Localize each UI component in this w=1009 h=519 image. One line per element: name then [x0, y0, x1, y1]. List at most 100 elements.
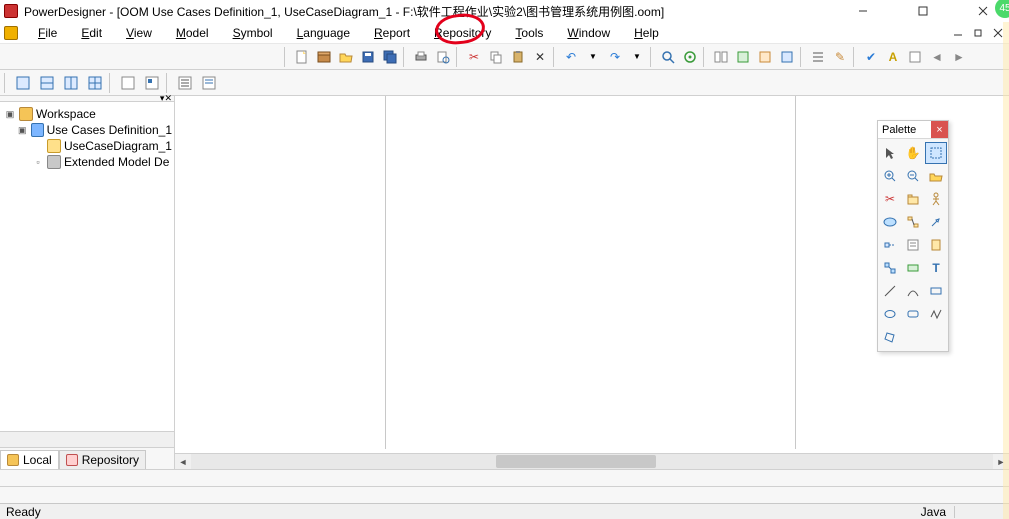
properties-icon[interactable]: [680, 47, 700, 67]
scroll-right-icon[interactable]: ►: [993, 454, 1009, 469]
save-all-icon[interactable]: [380, 47, 400, 67]
compare-icon[interactable]: [711, 47, 731, 67]
view-nav-icon[interactable]: [141, 72, 163, 94]
package-icon[interactable]: [902, 188, 924, 210]
tree-ext[interactable]: ▫ Extended Model De: [2, 154, 172, 170]
rounded-rect-icon[interactable]: [902, 303, 924, 325]
bottom-scroll-outer[interactable]: [0, 486, 1009, 503]
view-browser-icon[interactable]: [12, 72, 34, 94]
menu-help[interactable]: Help: [624, 24, 669, 42]
undo-dropdown-icon[interactable]: ▼: [583, 47, 603, 67]
edit-icon[interactable]: ✎: [830, 47, 850, 67]
list-icon[interactable]: [808, 47, 828, 67]
usecase-icon[interactable]: [879, 211, 901, 233]
tree-diagram[interactable]: ▣ UseCaseDiagram_1: [2, 138, 172, 154]
find-icon[interactable]: [658, 47, 678, 67]
menu-language[interactable]: Language: [287, 24, 360, 42]
open-diagram-icon[interactable]: [925, 165, 947, 187]
maximize-button[interactable]: [901, 0, 945, 22]
tab-local[interactable]: Local: [0, 450, 59, 469]
menu-model[interactable]: Model: [166, 24, 219, 42]
redo-icon[interactable]: ↷: [605, 47, 625, 67]
mdi-minimize-icon[interactable]: [950, 25, 966, 41]
actor-icon[interactable]: [925, 188, 947, 210]
mdi-restore-icon[interactable]: [970, 25, 986, 41]
canvas-hscrollbar[interactable]: ◄ ►: [175, 453, 1009, 469]
print-preview-icon[interactable]: [433, 47, 453, 67]
diagram-canvas[interactable]: Palette × ✋ ✂: [175, 96, 1009, 469]
browser-panel: ▾ ✕ ▣ Workspace ▣ Use Cases Definition_1…: [0, 96, 175, 469]
polyline-icon[interactable]: [925, 303, 947, 325]
view-diagram-icon[interactable]: [84, 72, 106, 94]
nav-back-icon[interactable]: ◄: [927, 47, 947, 67]
menu-symbol[interactable]: Symbol: [223, 24, 283, 42]
association-icon[interactable]: [902, 211, 924, 233]
new-icon[interactable]: [292, 47, 312, 67]
menu-file[interactable]: File: [28, 24, 67, 42]
generalization-icon[interactable]: [925, 211, 947, 233]
menu-view[interactable]: View: [116, 24, 162, 42]
nav-fwd-icon[interactable]: ►: [949, 47, 969, 67]
mdi-close-icon[interactable]: [990, 25, 1006, 41]
tab-repository[interactable]: Repository: [59, 450, 146, 469]
fill-icon[interactable]: [905, 47, 925, 67]
scroll-track[interactable]: [191, 454, 993, 469]
view-toolbox-icon[interactable]: [174, 72, 196, 94]
object-tree[interactable]: ▣ Workspace ▣ Use Cases Definition_1 ▣ U…: [0, 102, 174, 431]
palette-titlebar[interactable]: Palette ×: [878, 121, 948, 139]
palette-close-icon[interactable]: ×: [931, 121, 948, 138]
line-icon[interactable]: [879, 280, 901, 302]
menu-tools[interactable]: Tools: [505, 24, 553, 42]
menu-bar: File Edit View Model Symbol Language Rep…: [0, 22, 1009, 44]
menu-report[interactable]: Report: [364, 24, 420, 42]
link-icon[interactable]: [879, 257, 901, 279]
delete-icon[interactable]: ✕: [530, 47, 550, 67]
view-result-icon[interactable]: [60, 72, 82, 94]
file-icon[interactable]: [925, 234, 947, 256]
open-icon[interactable]: [336, 47, 356, 67]
menu-window[interactable]: Window: [557, 24, 620, 42]
tree-collapse-icon[interactable]: ▣: [17, 125, 28, 136]
title-icon[interactable]: [902, 257, 924, 279]
tree-model[interactable]: ▣ Use Cases Definition_1: [2, 122, 172, 138]
dependency-icon[interactable]: [879, 234, 901, 256]
merge-icon[interactable]: [733, 47, 753, 67]
tree-root[interactable]: ▣ Workspace: [2, 106, 172, 122]
view-output-icon[interactable]: [36, 72, 58, 94]
zoom-in-icon[interactable]: [879, 165, 901, 187]
print-icon[interactable]: [411, 47, 431, 67]
minimize-button[interactable]: [841, 0, 885, 22]
view-objlist-icon[interactable]: [198, 72, 220, 94]
paste-icon[interactable]: [508, 47, 528, 67]
tree-expand-icon[interactable]: ▫: [32, 157, 44, 167]
copy-icon[interactable]: [486, 47, 506, 67]
check-model-icon[interactable]: ✔: [861, 47, 881, 67]
arc-icon[interactable]: [902, 280, 924, 302]
menu-repository[interactable]: Repository: [424, 24, 501, 42]
view-welcome-icon[interactable]: [117, 72, 139, 94]
save-icon[interactable]: [358, 47, 378, 67]
new-model-icon[interactable]: [314, 47, 334, 67]
polygon-icon[interactable]: [879, 326, 901, 348]
redo-dropdown-icon[interactable]: ▼: [627, 47, 647, 67]
import-icon[interactable]: [777, 47, 797, 67]
rectangle-icon[interactable]: [925, 280, 947, 302]
undo-icon[interactable]: ↶: [561, 47, 581, 67]
grabber-tool-icon[interactable]: ✋: [902, 142, 924, 164]
zoom-out-icon[interactable]: [902, 165, 924, 187]
browser-hscroll[interactable]: [0, 431, 174, 447]
ellipse-icon[interactable]: [879, 303, 901, 325]
text-icon[interactable]: T: [925, 257, 947, 279]
tree-collapse-icon[interactable]: ▣: [4, 109, 16, 120]
scroll-thumb[interactable]: [496, 455, 656, 468]
cut-tool-icon[interactable]: ✂: [879, 188, 901, 210]
lasso-tool-icon[interactable]: [925, 142, 947, 164]
export-icon[interactable]: [755, 47, 775, 67]
status-separator: [954, 506, 955, 518]
scroll-left-icon[interactable]: ◄: [175, 454, 191, 469]
menu-edit[interactable]: Edit: [71, 24, 112, 42]
pointer-tool-icon[interactable]: [879, 142, 901, 164]
note-icon[interactable]: [902, 234, 924, 256]
text-style-icon[interactable]: A: [883, 47, 903, 67]
cut-icon[interactable]: ✂: [464, 47, 484, 67]
